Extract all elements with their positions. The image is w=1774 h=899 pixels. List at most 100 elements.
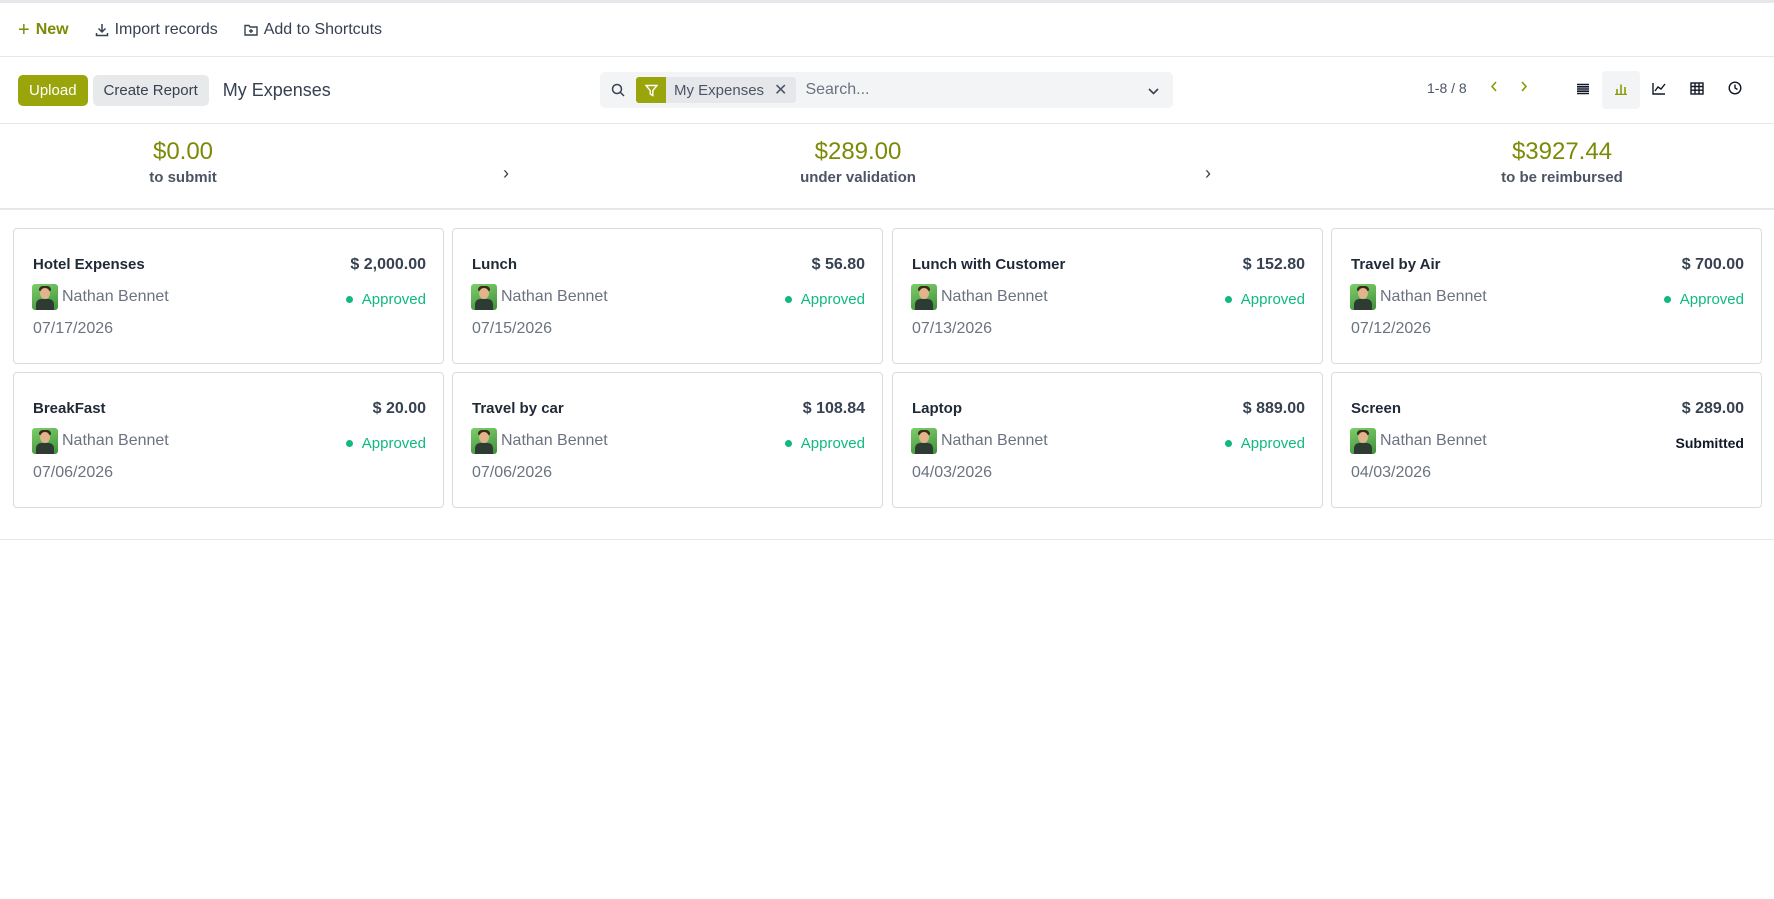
expense-title: Travel by Air <box>1351 256 1441 273</box>
search-facet: My Expenses ✕ <box>636 77 797 103</box>
employee-name: Nathan Bennet <box>501 432 608 449</box>
status-label: Approved <box>800 435 865 452</box>
expense-title: Lunch with Customer <box>912 256 1066 273</box>
expense-card[interactable]: Laptop $ 889.00 Nathan Bennet Approved 0… <box>892 372 1323 508</box>
expense-title: BreakFast <box>33 400 106 417</box>
expense-amount: $ 289.00 <box>1681 400 1744 417</box>
summary-label: to be reimbursed <box>1501 169 1623 186</box>
top-action-bar: + New Import records Add to Shortcuts <box>0 0 1774 57</box>
pager-previous-button[interactable] <box>1490 79 1498 97</box>
status-label: Approved <box>361 435 426 452</box>
avatar <box>32 428 58 454</box>
status-label: Submitted <box>1675 435 1744 451</box>
expense-amount: $ 889.00 <box>1242 400 1305 417</box>
employee-name: Nathan Bennet <box>1380 288 1487 305</box>
pivot-view-button[interactable] <box>1678 71 1716 109</box>
status-badge: Approved <box>345 291 426 308</box>
status-badge: Approved <box>784 291 865 308</box>
status-dot-icon <box>1663 296 1671 303</box>
expense-amount: $ 56.80 <box>811 256 865 273</box>
employee-name: Nathan Bennet <box>941 432 1048 449</box>
expense-amount: $ 108.84 <box>802 400 865 417</box>
avatar <box>911 428 937 454</box>
employee-name: Nathan Bennet <box>62 432 169 449</box>
summary-amount: $289.00 <box>814 138 902 165</box>
create-report-button[interactable]: Create Report <box>92 74 209 106</box>
plus-icon: + <box>18 18 30 41</box>
summary-amount: $0.00 <box>152 138 214 165</box>
status-badge: Approved <box>1224 435 1305 452</box>
list-view-button[interactable] <box>1564 71 1602 109</box>
summary-under-validation[interactable]: $289.00 under validation <box>800 138 916 186</box>
import-records-label: Import records <box>114 20 218 38</box>
status-label: Approved <box>1240 291 1305 308</box>
graph-view-button[interactable] <box>1640 71 1678 109</box>
new-button[interactable]: + New <box>18 20 69 40</box>
pager: 1-8 / 8 <box>1427 79 1528 97</box>
expense-amount: $ 700.00 <box>1681 256 1744 273</box>
expense-title: Screen <box>1351 400 1402 417</box>
graph-view-icon <box>1652 82 1666 99</box>
status-badge: Submitted <box>1676 435 1744 451</box>
status-dot-icon <box>345 440 353 447</box>
employee: Nathan Bennet <box>471 284 608 310</box>
avatar <box>471 428 497 454</box>
employee-name: Nathan Bennet <box>941 288 1048 305</box>
expense-title: Travel by car <box>472 400 564 417</box>
expense-date: 07/12/2026 <box>1351 320 1432 337</box>
status-label: Approved <box>361 291 426 308</box>
status-dot-icon <box>1224 440 1232 447</box>
employee: Nathan Bennet <box>911 428 1048 454</box>
control-panel: Upload Create Report My Expenses My Expe… <box>0 57 1774 124</box>
facet-label: My Expenses <box>674 81 765 99</box>
expense-date: 07/17/2026 <box>33 320 114 337</box>
kanban-view-icon <box>1614 82 1628 99</box>
employee: Nathan Bennet <box>1350 284 1487 310</box>
pager-value[interactable]: 1-8 / 8 <box>1427 80 1467 96</box>
kanban-view-button[interactable] <box>1602 71 1640 109</box>
expense-amount: $ 20.00 <box>372 400 426 417</box>
search-options-toggle[interactable] <box>1133 82 1173 99</box>
avatar <box>32 284 58 310</box>
filter-icon <box>636 77 666 103</box>
chevron-right-icon: › <box>503 163 509 183</box>
status-badge: Approved <box>345 435 426 452</box>
summary-to-submit[interactable]: $0.00 to submit <box>149 138 217 186</box>
summary-to-be-reimbursed[interactable]: $3927.44 to be reimbursed <box>1501 138 1623 186</box>
upload-button[interactable]: Upload <box>18 74 88 106</box>
employee: Nathan Bennet <box>911 284 1048 310</box>
expense-card[interactable]: BreakFast $ 20.00 Nathan Bennet Approved… <box>13 372 444 508</box>
list-view-icon <box>1576 82 1590 99</box>
add-to-shortcuts-button[interactable]: Add to Shortcuts <box>244 21 382 39</box>
page-title: My Expenses <box>222 79 331 100</box>
expense-card[interactable]: Travel by car $ 108.84 Nathan Bennet App… <box>452 372 883 508</box>
employee: Nathan Bennet <box>471 428 608 454</box>
pager-next-button[interactable] <box>1520 79 1528 97</box>
expense-amount: $ 152.80 <box>1242 256 1305 273</box>
expense-card[interactable]: Hotel Expenses $ 2,000.00 Nathan Bennet … <box>13 228 444 364</box>
avatar <box>471 284 497 310</box>
expense-summary: $0.00 to submit › $289.00 under validati… <box>0 124 1774 210</box>
add-to-shortcuts-label: Add to Shortcuts <box>263 20 383 38</box>
avatar <box>911 284 937 310</box>
status-label: Approved <box>1240 435 1305 452</box>
status-label: Approved <box>1679 291 1744 308</box>
folder-plus-icon <box>244 23 258 36</box>
employee: Nathan Bennet <box>1350 428 1487 454</box>
employee-name: Nathan Bennet <box>501 288 608 305</box>
clock-icon <box>1728 81 1742 99</box>
expense-date: 04/03/2026 <box>1351 464 1432 481</box>
import-records-button[interactable]: Import records <box>95 21 218 39</box>
remove-facet-icon[interactable]: ✕ <box>772 80 796 100</box>
status-dot-icon <box>1224 296 1232 303</box>
pivot-view-icon <box>1690 81 1704 99</box>
download-icon <box>95 23 109 37</box>
expense-card[interactable]: Lunch with Customer $ 152.80 Nathan Benn… <box>892 228 1323 364</box>
expense-card[interactable]: Lunch $ 56.80 Nathan Bennet Approved 07/… <box>452 228 883 364</box>
search-input[interactable] <box>796 81 1133 99</box>
expense-card[interactable]: Screen $ 289.00 Nathan Bennet Submitted … <box>1331 372 1762 508</box>
expense-card[interactable]: Travel by Air $ 700.00 Nathan Bennet App… <box>1331 228 1762 364</box>
expense-date: 07/06/2026 <box>33 464 114 481</box>
expense-title: Lunch <box>472 256 517 273</box>
activity-view-button[interactable] <box>1716 71 1754 109</box>
